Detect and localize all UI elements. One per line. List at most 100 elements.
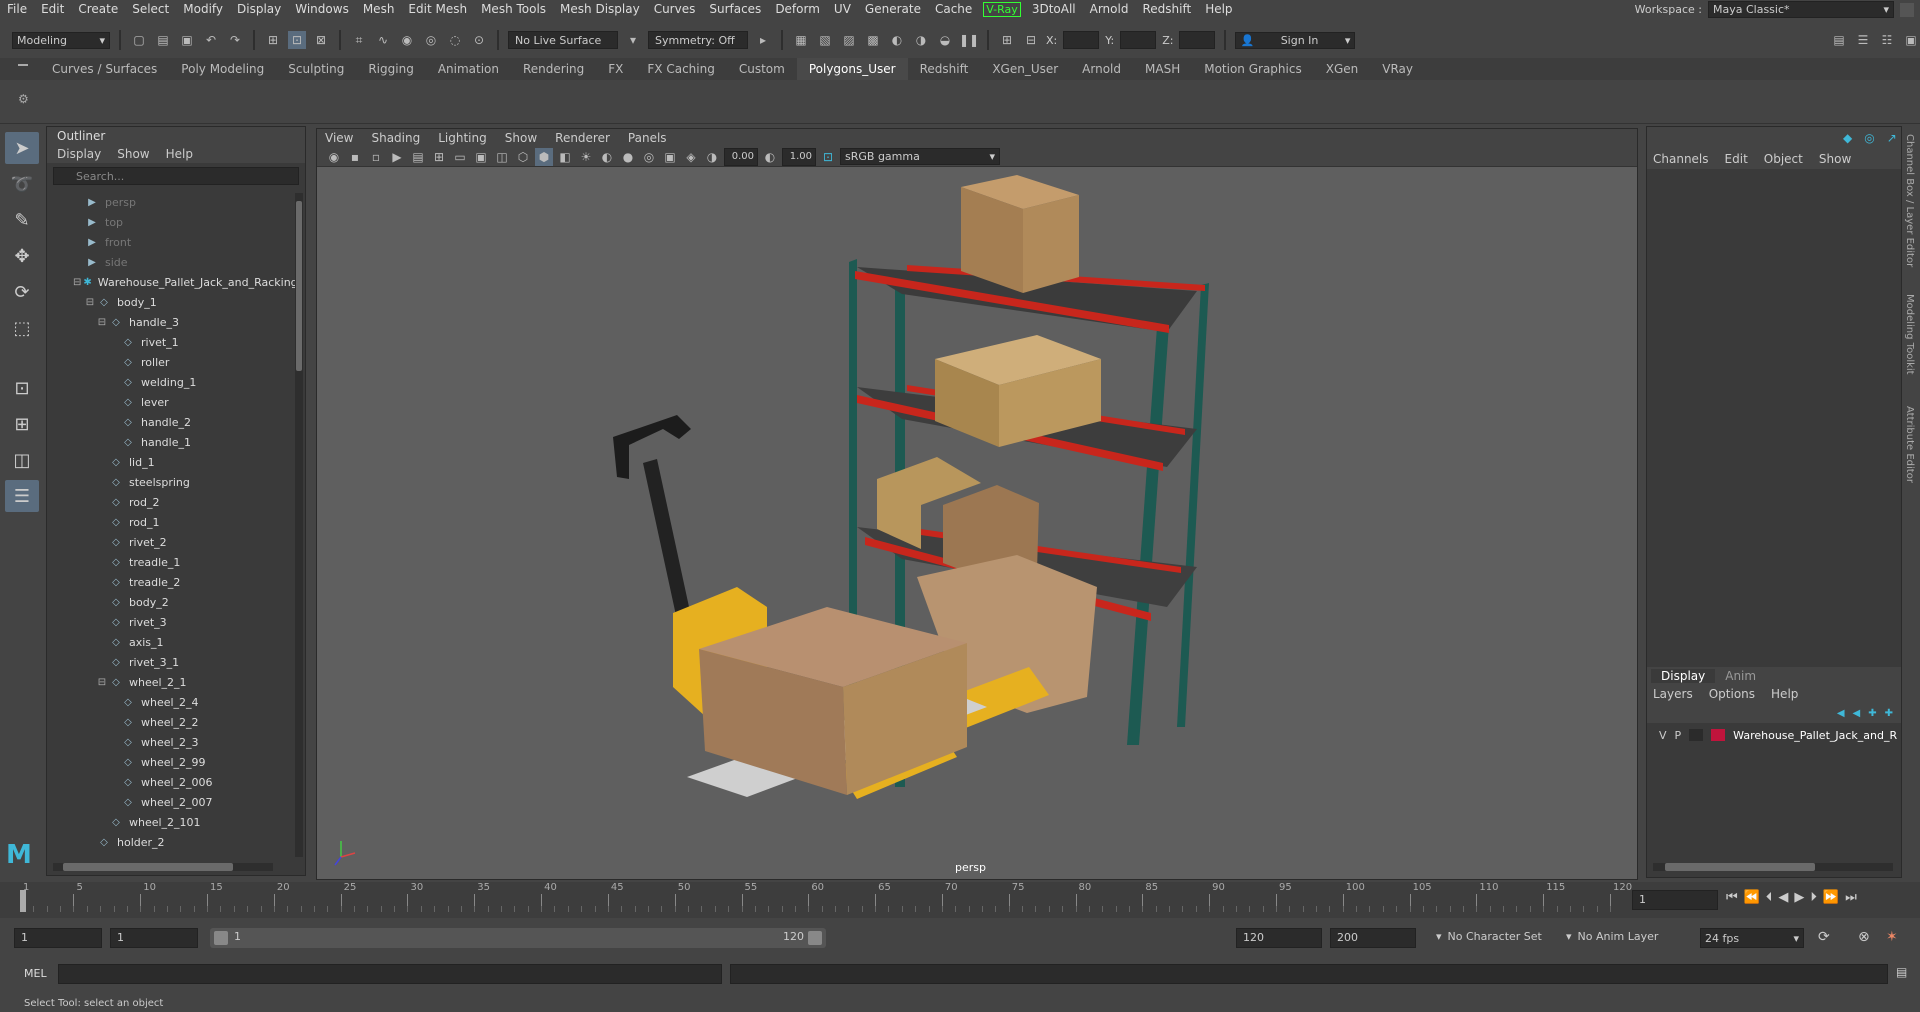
go-to-end-icon[interactable]: ⏭	[1845, 890, 1857, 905]
prefs-icon[interactable]: ✶	[1886, 929, 1898, 945]
menu-create[interactable]: Create	[71, 2, 125, 16]
viewport-scene[interactable]	[317, 167, 1637, 879]
outliner-row[interactable]: ◇ rod_2	[47, 493, 297, 513]
gear-icon[interactable]: ⚙	[18, 92, 29, 106]
snap-surface-icon[interactable]: ◌	[446, 31, 464, 49]
layer-tab-anim[interactable]: Anim	[1715, 669, 1766, 683]
viewport-menu-shading[interactable]: Shading	[371, 131, 420, 145]
outliner-row[interactable]: ⊟ ◇ wheel_2_1	[47, 673, 297, 693]
xray-icon[interactable]: ◈	[682, 148, 700, 166]
select-camera-icon[interactable]: ◉	[325, 148, 343, 166]
grid-icon[interactable]: ⊞	[430, 148, 448, 166]
auto-key-icon[interactable]: ⊗	[1858, 929, 1870, 945]
shelf-tab-fx-caching[interactable]: FX Caching	[635, 58, 726, 80]
float-icon[interactable]: ↗	[1887, 131, 1897, 145]
lock-icon[interactable]	[1900, 2, 1914, 17]
step-back-icon[interactable]: ⏪	[1744, 890, 1760, 905]
shelf-tab-mash[interactable]: MASH	[1133, 58, 1192, 80]
select-hierarchy-icon[interactable]: ⊞	[264, 31, 282, 49]
smooth-shade-icon[interactable]: ⬢	[535, 147, 553, 166]
hscroll-thumb[interactable]	[63, 863, 233, 871]
outliner-row[interactable]: ⊟ ✱ Warehouse_Pallet_Jack_and_Racking	[47, 273, 297, 293]
live-surface-field[interactable]: No Live Surface	[508, 31, 618, 49]
y-field[interactable]	[1120, 31, 1157, 49]
rotate-tool-icon[interactable]: ⟳	[5, 276, 39, 308]
colorspace-dropdown[interactable]: sRGB gamma ▾	[840, 148, 1000, 165]
viewport-menu-renderer[interactable]: Renderer	[555, 131, 610, 145]
menu-modify[interactable]: Modify	[176, 2, 230, 16]
panel-toggle-icon[interactable]: ☷	[1878, 31, 1896, 49]
camera-attributes-icon[interactable]: ▪	[346, 148, 364, 166]
outliner-row[interactable]: ◇ rivet_2	[47, 533, 297, 553]
shadows-icon[interactable]: ◐	[598, 148, 616, 166]
shelf-tab-sculpting[interactable]: Sculpting	[276, 58, 356, 80]
viewport-menu-show[interactable]: Show	[505, 131, 537, 145]
layer-move-down-icon[interactable]: ◀	[1853, 708, 1861, 719]
outliner-row[interactable]: ◇ wheel_2_99	[47, 753, 297, 773]
two-layout-icon[interactable]: ◫	[5, 444, 39, 476]
antialias-icon[interactable]: ◎	[640, 148, 658, 166]
save-scene-icon[interactable]: ▣	[178, 31, 196, 49]
menu-help[interactable]: Help	[1198, 2, 1239, 16]
redo-icon[interactable]: ↷	[226, 31, 244, 49]
viewport-menu-lighting[interactable]: Lighting	[438, 131, 487, 145]
help-icon[interactable]: ◎	[1864, 131, 1874, 145]
time-ruler[interactable]: 1 5 10 15 20 25 30 35 40 45 50 55 60 65 70 75 80 85 90 95 10…	[20, 882, 1632, 916]
outliner-search-input[interactable]: Search...	[53, 167, 299, 185]
workspace-dropdown[interactable]: Maya Classic* ▾	[1708, 1, 1894, 18]
panel-toggle-icon[interactable]: ▣	[1902, 31, 1920, 49]
scroll-thumb[interactable]	[296, 201, 302, 371]
select-component-icon[interactable]: ⊠	[312, 31, 330, 49]
outliner-scrollbar[interactable]	[295, 193, 303, 857]
shelf-tab-curves-surfaces[interactable]: Curves / Surfaces	[40, 58, 169, 80]
channelbox-menu-show[interactable]: Show	[1819, 152, 1851, 166]
outliner-row[interactable]: ◇ holder_2	[47, 833, 297, 853]
menu-deform[interactable]: Deform	[768, 2, 827, 16]
viewport-panel[interactable]: View Shading Lighting Show Renderer Panels ◉ …	[316, 128, 1638, 880]
step-back-key-icon[interactable]: ⏴	[1766, 890, 1773, 905]
resolution-gate-icon[interactable]: ▣	[472, 148, 490, 166]
layer-menu-options[interactable]: Options	[1709, 687, 1755, 701]
snap-lasso-icon[interactable]: ⊙	[470, 31, 488, 49]
outliner-row[interactable]: ◇ treadle_1	[47, 553, 297, 573]
snap-point-icon[interactable]: ◉	[398, 31, 416, 49]
color-management-icon[interactable]: ⊡	[819, 148, 837, 166]
shelf-tab-polygons-user[interactable]: Polygons_User	[796, 58, 908, 80]
menu-surfaces[interactable]: Surfaces	[702, 2, 768, 16]
menu-arnold[interactable]: Arnold	[1083, 2, 1136, 16]
textured-icon[interactable]: ◧	[556, 148, 574, 166]
loop-icon[interactable]: ⟳	[1818, 929, 1830, 945]
hypershade-icon[interactable]: ▩	[864, 31, 882, 49]
shelf-tab-rigging[interactable]: Rigging	[356, 58, 425, 80]
shelf-tab-animation[interactable]: Animation	[426, 58, 511, 80]
outliner-hscrollbar[interactable]	[53, 863, 273, 871]
tab-channel-box[interactable]: Channel Box / Layer Editor	[1904, 134, 1915, 267]
outliner-row[interactable]: ⊟ ◇ body_1	[47, 293, 297, 313]
redshift-icon[interactable]: ◑	[912, 31, 930, 49]
shelf-tab-rendering[interactable]: Rendering	[511, 58, 596, 80]
layer-menu-layers[interactable]: Layers	[1653, 687, 1693, 701]
outliner-row[interactable]: ◇ welding_1	[47, 373, 297, 393]
transform-mode-icon[interactable]: ⊞	[998, 31, 1016, 49]
menu-mesh-tools[interactable]: Mesh Tools	[474, 2, 553, 16]
range-handle-end[interactable]	[808, 931, 822, 945]
outliner-row[interactable]: ◇ wheel_2_006	[47, 773, 297, 793]
outliner-row[interactable]: ◇ wheel_2_2	[47, 713, 297, 733]
outliner-row[interactable]: ◇ roller	[47, 353, 297, 373]
layer-type-toggle[interactable]	[1689, 729, 1704, 741]
image-plane-icon[interactable]: ▤	[409, 148, 427, 166]
ambient-occlusion-icon[interactable]: ●	[619, 148, 637, 166]
select-object-icon[interactable]: ⊡	[288, 31, 306, 49]
menu-mesh[interactable]: Mesh	[356, 2, 402, 16]
outliner-row[interactable]: ◇ axis_1	[47, 633, 297, 653]
outliner-row[interactable]: ◇ body_2	[47, 593, 297, 613]
outliner-row[interactable]: ◇ wheel_2_4	[47, 693, 297, 713]
menu-mesh-display[interactable]: Mesh Display	[553, 2, 647, 16]
script-editor-icon[interactable]: ▤	[1896, 965, 1907, 979]
menu-windows[interactable]: Windows	[288, 2, 356, 16]
max-time-field[interactable]: 200	[1330, 928, 1416, 948]
shelf-menu-icon[interactable]	[18, 64, 28, 66]
snap-view-icon[interactable]: ◎	[422, 31, 440, 49]
bookmark-icon[interactable]: ▫	[367, 148, 385, 166]
outliner-row[interactable]: ⊟ ◇ handle_3	[47, 313, 297, 333]
